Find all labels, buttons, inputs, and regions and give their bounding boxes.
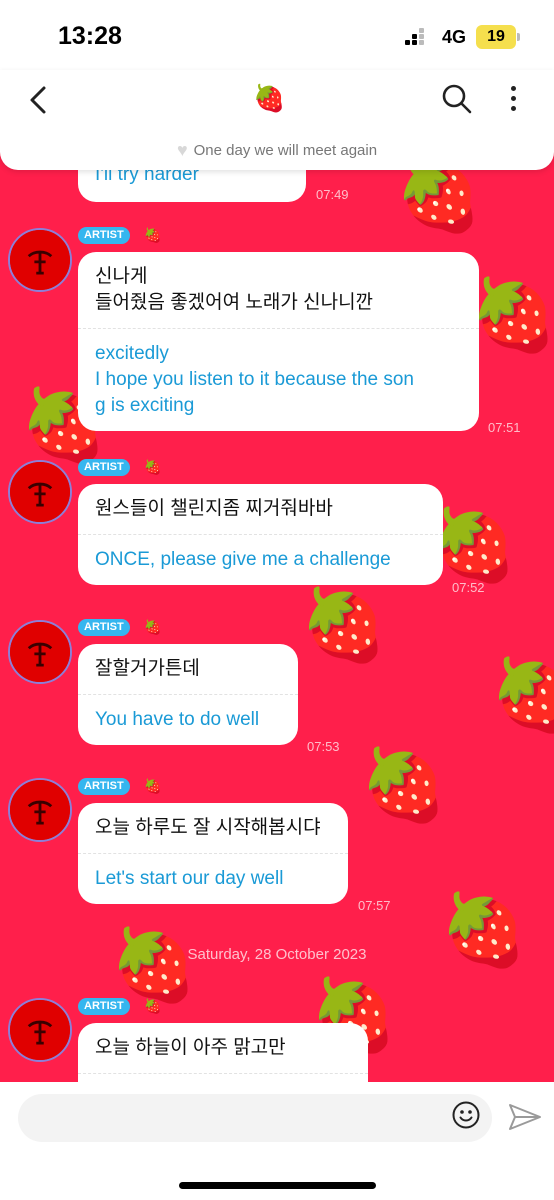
strawberry-decoration-icon: 🍓 [470, 276, 554, 354]
artist-badge: ARTIST [78, 998, 130, 1015]
strawberry-icon: 🍓 [144, 227, 162, 243]
message-text: 오늘 하늘이 아주 맑고만 [95, 1037, 286, 1058]
status-time: 13:28 [58, 22, 122, 50]
strawberry-decoration-icon: 🍓 [490, 656, 554, 734]
back-button[interactable] [22, 78, 58, 122]
strawberry-icon: 🍓 [144, 998, 162, 1014]
message-time: 07:53 [307, 739, 340, 754]
artist-badge: ARTIST [78, 227, 130, 244]
message-text: 원스들이 챌린지좀 찌거줘바바 [95, 498, 333, 519]
message-translation: excitedly [95, 343, 169, 364]
chat-area[interactable]: 🍓 🍓 🍓 🍓 🍓 🍓 🍓 🍓 🍓 🍓 I'll try harder 07:4… [0, 150, 554, 1082]
more-button[interactable] [503, 82, 523, 116]
message-bubble: 신나게 들어줬음 좋겠어여 노래가 신나니깐 excitedly I hope … [78, 252, 479, 431]
avatar[interactable] [8, 228, 72, 292]
message-time: 07:57 [358, 898, 391, 913]
smiley-icon [452, 1101, 480, 1129]
message-text: 오늘 하루도 잘 시작해봅시댜 [95, 817, 321, 838]
home-indicator [179, 1182, 376, 1189]
strawberry-decoration-icon: 🍓 [395, 156, 483, 234]
strawberry-decoration-icon: 🍓 [360, 746, 448, 824]
network-type: 4G [442, 27, 467, 47]
artist-badge: ARTIST [78, 778, 130, 795]
chat-header: 🍓 ♥ One day we will meet again [0, 70, 554, 170]
message-time: 07:52 [452, 580, 485, 595]
message-text: 잘할거가튼데 [95, 658, 200, 679]
divider [78, 853, 348, 854]
strawberry-title-icon: 🍓 [253, 83, 286, 113]
message-bubble: 원스들이 챌린지좀 찌거줘바바 ONCE, please give me a c… [78, 484, 443, 585]
avatar[interactable] [8, 778, 72, 842]
message-bubble: 잘할거가튼데 You have to do well [78, 644, 298, 745]
avatar[interactable] [8, 998, 72, 1062]
strawberry-icon: 🍓 [144, 619, 162, 635]
message-translation: ONCE, please give me a challenge [95, 549, 391, 570]
avatar[interactable] [8, 620, 72, 684]
notice-text: One day we will meet again [193, 142, 378, 159]
strawberry-icon: 🍓 [144, 459, 162, 475]
notice-banner: ♥ One day we will meet again [0, 140, 554, 161]
message-bubble: 오늘 하늘이 아주 맑고만 [78, 1023, 368, 1082]
signal-icon [405, 28, 435, 48]
search-button[interactable] [440, 82, 474, 116]
message-bubble: 오늘 하루도 잘 시작해봅시댜 Let's start our day well [78, 803, 348, 904]
message-text: 들어줬음 좋겠어여 노래가 신나니깐 [95, 292, 374, 313]
heart-icon: ♥ [176, 140, 188, 160]
battery-indicator: 19 [476, 25, 520, 49]
message-translation: I hope you listen to it because the son [95, 369, 414, 390]
artist-badge: ARTIST [78, 459, 130, 476]
divider [78, 328, 479, 329]
divider [78, 534, 443, 535]
message-input[interactable] [18, 1094, 492, 1142]
message-input-area [0, 1082, 554, 1200]
status-bar: 13:28 4G 19 [0, 0, 554, 70]
message-translation: Let's start our day well [95, 868, 284, 889]
divider [78, 1073, 368, 1074]
strawberry-decoration-icon: 🍓 [300, 586, 388, 664]
search-icon [442, 84, 472, 114]
strawberry-decoration-icon: 🍓 [430, 506, 518, 584]
chevron-left-icon [30, 86, 46, 114]
message-time: 07:49 [316, 187, 349, 202]
send-icon [509, 1104, 541, 1130]
message-translation: g is exciting [95, 395, 195, 416]
emoji-button[interactable] [451, 1100, 481, 1130]
date-separator: Saturday, 28 October 2023 [187, 946, 367, 963]
avatar[interactable] [8, 460, 72, 524]
message-text: 신나게 [95, 266, 148, 287]
message-translation: You have to do well [95, 709, 260, 730]
strawberry-decoration-icon: 🍓 [110, 926, 198, 1004]
message-time: 07:51 [488, 420, 521, 435]
strawberry-icon: 🍓 [144, 778, 162, 794]
divider [78, 694, 298, 695]
artist-badge: ARTIST [78, 619, 130, 636]
send-button[interactable] [508, 1102, 542, 1132]
